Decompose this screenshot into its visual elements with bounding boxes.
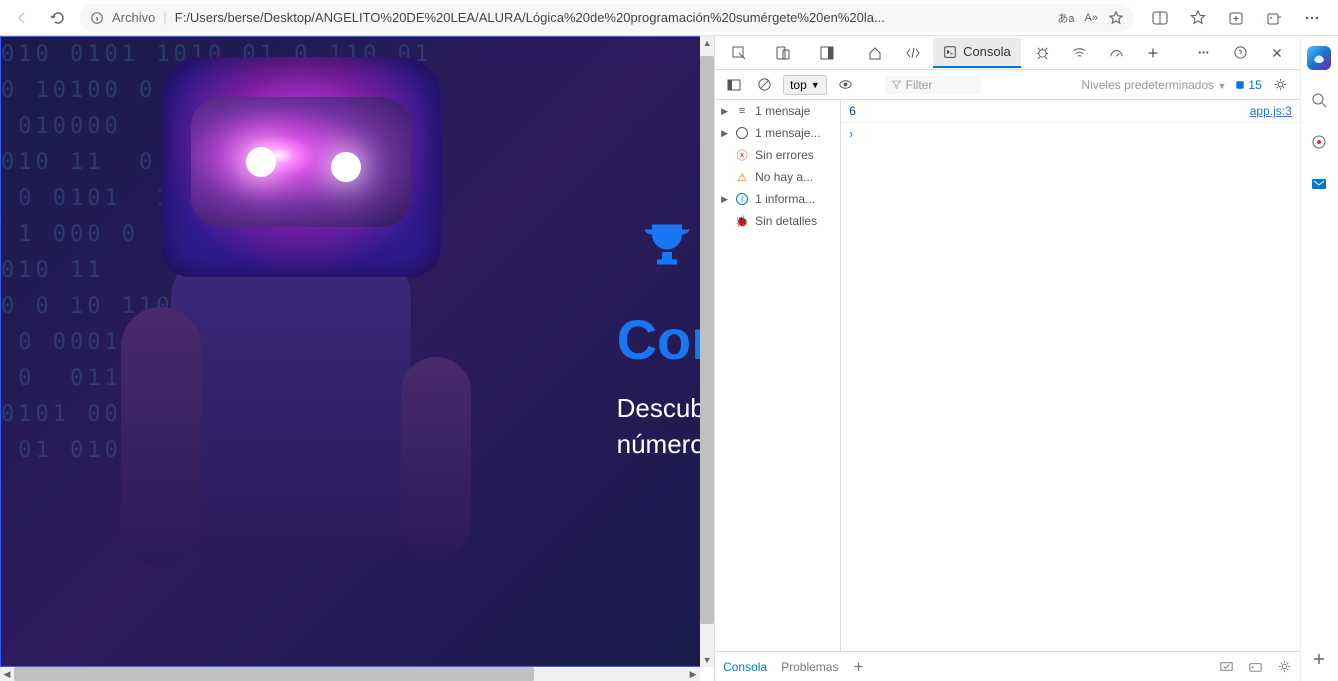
favorites-icon[interactable] (1184, 4, 1212, 32)
drawer-add-icon[interactable] (852, 660, 865, 673)
console-source-link[interactable]: app.js:3 (1250, 104, 1292, 118)
sidebar-info[interactable]: ▶ i 1 informa... (715, 188, 840, 210)
split-screen-icon[interactable] (1146, 4, 1174, 32)
close-devtools-icon[interactable] (1260, 38, 1294, 68)
help-icon[interactable] (1223, 38, 1258, 68)
outlook-side-icon[interactable] (1307, 172, 1331, 196)
back-button[interactable] (8, 4, 36, 32)
filter-input[interactable]: Filter (885, 76, 981, 94)
device-icon[interactable] (765, 38, 801, 68)
drawer-settings-icon[interactable] (1277, 659, 1292, 674)
sidebar-no-warnings[interactable]: ⚠ No hay a... (715, 166, 840, 188)
reader-icon[interactable]: A» (1085, 12, 1098, 24)
translate-icon[interactable]: あa (1057, 10, 1074, 26)
filter-placeholder: Filter (906, 78, 933, 92)
context-label: top (790, 78, 807, 92)
tab-welcome[interactable] (857, 38, 893, 68)
issues-badge[interactable]: 15 (1234, 78, 1261, 92)
browser-toolbar: Archivo | F:/Users/berse/Desktop/ANGELIT… (0, 0, 1338, 36)
drawer-tab-problems[interactable]: Problemas (781, 660, 838, 674)
drawer-icon-2[interactable] (1248, 659, 1263, 674)
scroll-down-arrow[interactable]: ▼ (700, 653, 714, 667)
toggle-sidebar-icon[interactable] (723, 74, 745, 96)
tab-network-icon[interactable] (1062, 38, 1097, 68)
console-log-row: 6 app.js:3 (841, 100, 1300, 123)
tab-console[interactable]: Consola (933, 38, 1021, 68)
info-icon (90, 11, 104, 25)
page-viewport: 010 0101 1010 01 0 110 01 0 10100 0 100 … (0, 36, 714, 681)
log-levels-selector[interactable]: Niveles predeterminados ▼ (1081, 78, 1226, 92)
console-prompt[interactable]: › (841, 123, 1300, 145)
console-log-value: 6 (849, 104, 856, 118)
extensions-icon[interactable] (1260, 4, 1288, 32)
page-title: Cor (617, 307, 713, 372)
tab-add-icon[interactable] (1136, 38, 1170, 68)
more-tools-icon[interactable] (1186, 38, 1221, 68)
edge-sidebar (1300, 36, 1338, 681)
console-sidebar: ▶ ≡ 1 mensaje ▶ 1 mensaje... ⓧ Sin error… (715, 100, 841, 651)
sidebar-user-messages[interactable]: ▶ 1 mensaje... (715, 122, 840, 144)
horizontal-scroll-thumb[interactable] (14, 667, 534, 681)
tools-side-icon[interactable] (1307, 130, 1331, 154)
page-subtitle-2: número (617, 426, 713, 462)
devtools-tabbar: Consola (715, 36, 1300, 70)
drawer-tab-console[interactable]: Consola (723, 660, 767, 674)
more-icon[interactable] (1298, 4, 1326, 32)
scroll-up-arrow[interactable]: ▲ (700, 36, 714, 50)
console-toolbar: top ▼ Filter Niveles predeterminados ▼ 1… (715, 70, 1300, 100)
sidebar-no-errors[interactable]: ⓧ Sin errores (715, 144, 840, 166)
url-text: F:/Users/berse/Desktop/ANGELITO%20DE%20L… (175, 10, 1050, 25)
vertical-scrollbar[interactable]: ▲ ▼ (700, 36, 714, 667)
tab-performance-icon[interactable] (1099, 38, 1134, 68)
robot-illustration (101, 57, 481, 667)
refresh-button[interactable] (44, 4, 72, 32)
tab-elements[interactable] (895, 38, 931, 68)
favorite-icon[interactable] (1108, 10, 1124, 26)
url-scheme: Archivo (112, 10, 155, 25)
console-settings-icon[interactable] (1270, 74, 1292, 96)
address-bar[interactable]: Archivo | F:/Users/berse/Desktop/ANGELIT… (80, 4, 1134, 32)
collections-icon[interactable] (1222, 4, 1250, 32)
copilot-icon[interactable] (1307, 46, 1331, 70)
tab-console-label: Consola (963, 44, 1011, 59)
tab-bug-icon[interactable] (1025, 38, 1060, 68)
sidebar-no-details[interactable]: 🐞 Sin detalles (715, 210, 840, 232)
live-expression-icon[interactable] (835, 74, 857, 96)
sidebar-messages[interactable]: ▶ ≡ 1 mensaje (715, 100, 840, 122)
vertical-scroll-thumb[interactable] (700, 56, 714, 624)
search-side-icon[interactable] (1307, 88, 1331, 112)
console-output[interactable]: 6 app.js:3 › (841, 100, 1300, 651)
scroll-right-arrow[interactable]: ▶ (686, 667, 700, 681)
page-content: 010 0101 1010 01 0 110 01 0 10100 0 100 … (0, 36, 714, 667)
context-selector[interactable]: top ▼ (783, 75, 827, 95)
page-subtitle-1: Descub (617, 390, 713, 426)
add-side-icon[interactable] (1307, 647, 1331, 671)
devtools-drawer-tabs: Consola Problemas (715, 651, 1300, 681)
page-text-block: Cor Descub número (617, 217, 713, 463)
horizontal-scrollbar[interactable]: ◀ ▶ (0, 667, 700, 681)
inspect-icon[interactable] (721, 38, 757, 68)
clear-console-icon[interactable] (753, 74, 775, 96)
scroll-left-arrow[interactable]: ◀ (0, 667, 14, 681)
drawer-icon-1[interactable] (1219, 659, 1234, 674)
devtools-panel: Consola top ▼ Filter (714, 36, 1300, 681)
dock-icon[interactable] (809, 38, 845, 68)
